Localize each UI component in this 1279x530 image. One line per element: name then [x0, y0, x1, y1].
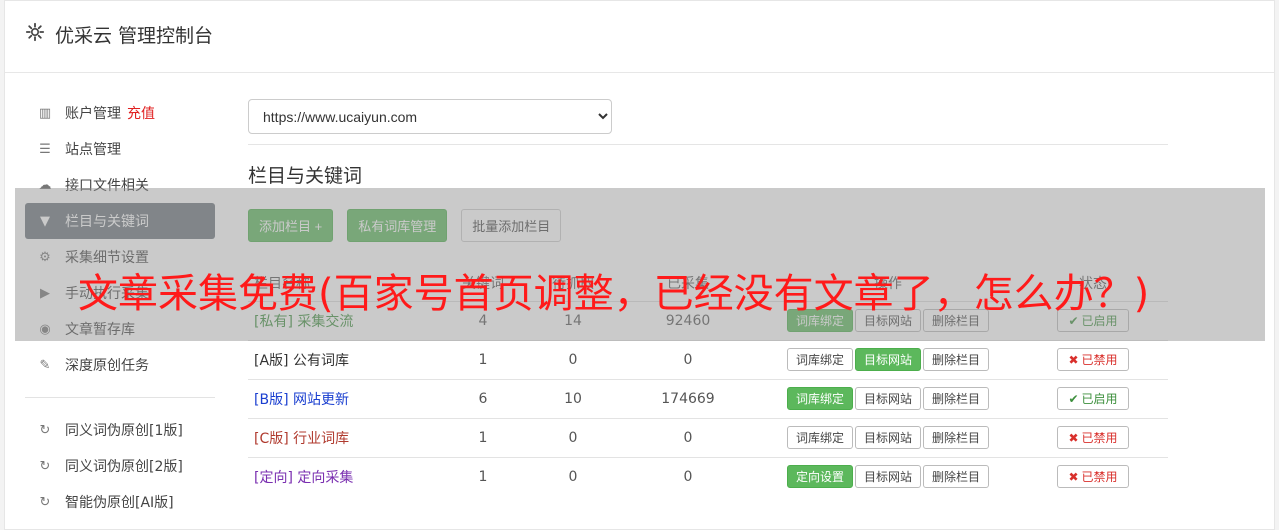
- status-label: 已禁用: [1081, 353, 1118, 367]
- keyword-count: 1: [438, 339, 528, 379]
- status-label: 已禁用: [1081, 431, 1118, 445]
- site-select[interactable]: https://www.ucaiyun.com: [248, 99, 612, 134]
- sidebar-divider: [25, 397, 215, 398]
- cross-icon: ✖: [1068, 469, 1079, 484]
- status-toggle[interactable]: ✖ 已禁用: [1057, 426, 1129, 449]
- target-site-button[interactable]: 目标网站: [854, 387, 921, 410]
- collected-count: 174669: [618, 378, 758, 418]
- actions-cell: 词库绑定目标网站删除栏目: [758, 417, 1018, 457]
- table-row: [C版] 行业词库 1 0 0 词库绑定 目标网站 删除栏目 ✖ 已禁用: [248, 417, 1168, 457]
- sidebar-item[interactable]: ✎ 深度原创任务: [25, 347, 215, 383]
- sidebar-item-label: 智能伪原创[AI版]: [65, 495, 174, 511]
- pending-count: 10: [528, 378, 618, 418]
- column-name[interactable]: 定向采集: [297, 470, 353, 486]
- sidebar-item-label: 账户管理: [65, 106, 121, 122]
- status-cell: ✔已启用: [1018, 378, 1168, 418]
- pending-count: 0: [528, 456, 618, 496]
- overlay-headline: 文章采集免费(百家号首页调整，已经没有文章了，怎么办？): [78, 271, 1150, 317]
- actions-cell: 词库绑定目标网站删除栏目: [758, 378, 1018, 418]
- target-site-button[interactable]: 目标网站: [854, 465, 921, 489]
- column-tag: [A版]: [254, 352, 289, 369]
- table-row: [B版] 网站更新 6 10 174669 词库绑定 目标网站 删除栏目 ✔ 已启用: [248, 378, 1168, 418]
- collected-count: 0: [618, 339, 758, 379]
- column-name-cell: [B版] 网站更新: [248, 378, 438, 418]
- refresh-icon: ↻: [39, 494, 51, 510]
- divider: [248, 144, 1168, 145]
- column-name[interactable]: 公有词库: [293, 353, 349, 369]
- bar-chart-icon: ▥: [38, 105, 52, 121]
- server-icon: ☰: [39, 141, 51, 157]
- status-label: 已启用: [1081, 392, 1118, 406]
- lib-bind-button[interactable]: 词库绑定: [786, 387, 853, 410]
- app-title: 优采云 管理控制台: [55, 25, 214, 47]
- lib-bind-button[interactable]: 定向设置: [786, 465, 853, 489]
- column-name-cell: [A版] 公有词库: [248, 339, 438, 379]
- delete-column-button[interactable]: 删除栏目: [923, 348, 990, 371]
- edit-icon: ✎: [39, 357, 51, 373]
- sidebar-item[interactable]: ▥ 账户管理 充值: [25, 95, 215, 131]
- delete-column-button[interactable]: 删除栏目: [923, 426, 990, 449]
- column-tag: [B版]: [254, 391, 289, 408]
- column-name[interactable]: 网站更新: [293, 392, 349, 408]
- sidebar-item-label: 深度原创任务: [65, 358, 149, 374]
- actions-cell: 定向设置 目标网站 删除栏目: [758, 456, 1018, 496]
- table-row: [A版] 公有词库 1 0 0 词库绑定 目标网站 删除栏目 ✖ 已禁用: [248, 339, 1168, 379]
- gear-icon: [25, 22, 45, 47]
- keyword-count: 1: [438, 456, 528, 496]
- cross-icon: ✖: [1068, 430, 1079, 445]
- sidebar-item[interactable]: ↻ 智能伪原创[AI版]: [25, 484, 215, 520]
- column-name-cell: [定向] 定向采集: [248, 456, 438, 496]
- sidebar-item-label: 同义词伪原创[1版]: [65, 423, 183, 439]
- column-tag: [定向]: [254, 469, 293, 486]
- check-icon: ✔: [1068, 391, 1079, 406]
- status-cell: ✖ 已禁用: [1018, 456, 1168, 496]
- sidebar-item[interactable]: ✎UWriter深度原创: [25, 520, 215, 530]
- lib-bind-button[interactable]: 词库绑定: [786, 348, 853, 371]
- sidebar-item-label: 同义词伪原创[2版]: [65, 459, 183, 475]
- status-toggle[interactable]: ✔已启用: [1057, 387, 1129, 410]
- pending-count: 0: [528, 417, 618, 457]
- target-site-button[interactable]: 目标网站: [854, 348, 921, 371]
- refresh-icon: ↻: [39, 422, 51, 438]
- status-cell: ✖ 已禁用: [1018, 417, 1168, 457]
- recharge-link[interactable]: 充值: [127, 103, 155, 123]
- column-name[interactable]: 行业词库: [293, 431, 349, 447]
- collected-count: 0: [618, 417, 758, 457]
- refresh-icon: ↻: [39, 458, 51, 474]
- cross-icon: ✖: [1068, 352, 1079, 367]
- target-site-button[interactable]: 目标网站: [854, 426, 921, 449]
- status-cell: ✖ 已禁用: [1018, 339, 1168, 379]
- keyword-count: 1: [438, 417, 528, 457]
- sidebar-item[interactable]: ↻ 同义词伪原创[1版]: [25, 412, 215, 448]
- status-label: 已禁用: [1081, 470, 1118, 485]
- sidebar-item[interactable]: ☰ 站点管理: [25, 131, 215, 167]
- sidebar-item-label: 站点管理: [65, 142, 121, 158]
- keyword-count: 6: [438, 378, 528, 418]
- collected-count: 0: [618, 456, 758, 496]
- delete-column-button[interactable]: 删除栏目: [923, 387, 990, 410]
- actions-cell: 词库绑定目标网站删除栏目: [758, 339, 1018, 379]
- sidebar-item[interactable]: ↻ 同义词伪原创[2版]: [25, 448, 215, 484]
- pending-count: 0: [528, 339, 618, 379]
- brand: 优采云 管理控制台: [25, 21, 213, 48]
- lib-bind-button[interactable]: 词库绑定: [786, 426, 853, 449]
- column-tag: [C版]: [254, 430, 289, 447]
- status-toggle[interactable]: ✖ 已禁用: [1057, 348, 1129, 371]
- table-row: [定向] 定向采集 1 0 0 定向设置 目标网站 删除栏目 ✖ 已禁用: [248, 456, 1168, 496]
- main-content: https://www.ucaiyun.com 栏目与关键词 添加栏目 + 私有…: [248, 99, 1168, 496]
- top-bar: 优采云 管理控制台: [5, 1, 1274, 73]
- delete-column-button[interactable]: 删除栏目: [923, 465, 990, 489]
- status-toggle[interactable]: ✖ 已禁用: [1057, 465, 1129, 489]
- section-title: 栏目与关键词: [248, 165, 363, 187]
- column-name-cell: [C版] 行业词库: [248, 417, 438, 457]
- overlay-band: [15, 188, 1265, 341]
